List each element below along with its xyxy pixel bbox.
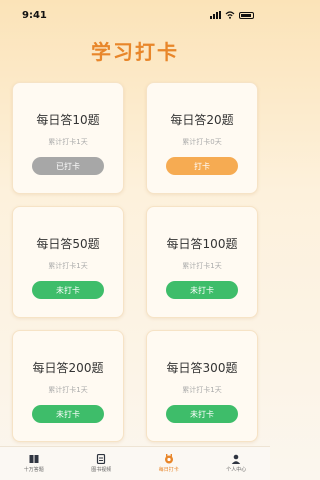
card-streak: 累计打卡1天 <box>48 138 88 146</box>
status-bar: 9:41 <box>0 0 270 30</box>
document-icon <box>97 454 106 464</box>
status-time: 9:41 <box>22 9 47 21</box>
tab-checkin[interactable]: 每日打卡 <box>139 454 199 473</box>
wifi-icon <box>225 11 235 19</box>
tab-label: 每日打卡 <box>158 467 179 473</box>
card-streak: 累计打卡0天 <box>182 138 222 146</box>
card-title: 每日答100题 <box>166 237 238 251</box>
tab-label: 图书视频 <box>91 467 112 473</box>
status-icons <box>210 11 254 19</box>
signal-icon <box>210 11 221 19</box>
checkin-button[interactable]: 打卡 <box>166 157 238 175</box>
book-icon <box>29 455 39 463</box>
card-title: 每日答50题 <box>36 237 100 251</box>
checkin-button[interactable]: 未打卡 <box>32 405 104 423</box>
tab-label: 个人中心 <box>226 467 247 473</box>
checkin-card-100: 每日答100题 累计打卡1天 未打卡 <box>146 206 258 318</box>
tab-questions[interactable]: 十万答题 <box>4 454 64 473</box>
checkin-icon <box>164 454 173 464</box>
card-title: 每日答20题 <box>170 113 234 127</box>
card-streak: 累计打卡1天 <box>48 262 88 270</box>
checkin-button[interactable]: 未打卡 <box>32 281 104 299</box>
tab-books[interactable]: 图书视频 <box>71 454 131 473</box>
checkin-card-200: 每日答200题 累计打卡1天 未打卡 <box>12 330 124 442</box>
checkin-button[interactable]: 已打卡 <box>32 157 104 175</box>
user-icon <box>232 454 241 464</box>
card-streak: 累计打卡1天 <box>182 386 222 394</box>
card-streak: 累计打卡1天 <box>182 262 222 270</box>
checkin-button[interactable]: 未打卡 <box>166 405 238 423</box>
checkin-card-10: 每日答10题 累计打卡1天 已打卡 <box>12 82 124 194</box>
card-streak: 累计打卡1天 <box>48 386 88 394</box>
checkin-grid: 每日答10题 累计打卡1天 已打卡 每日答20题 累计打卡0天 打卡 每日答50… <box>12 82 258 442</box>
card-title: 每日答300题 <box>166 361 238 375</box>
checkin-card-50: 每日答50题 累计打卡1天 未打卡 <box>12 206 124 318</box>
tab-profile[interactable]: 个人中心 <box>206 454 266 473</box>
page-title: 学习打卡 <box>91 40 179 64</box>
battery-icon <box>239 11 254 19</box>
checkin-card-20: 每日答20题 累计打卡0天 打卡 <box>146 82 258 194</box>
checkin-button[interactable]: 未打卡 <box>166 281 238 299</box>
tab-bar: 十万答题 图书视频 每日打卡 个人中心 <box>0 446 270 480</box>
checkin-card-300: 每日答300题 累计打卡1天 未打卡 <box>146 330 258 442</box>
card-title: 每日答200题 <box>32 361 104 375</box>
tab-label: 十万答题 <box>23 467 44 473</box>
card-title: 每日答10题 <box>36 113 100 127</box>
